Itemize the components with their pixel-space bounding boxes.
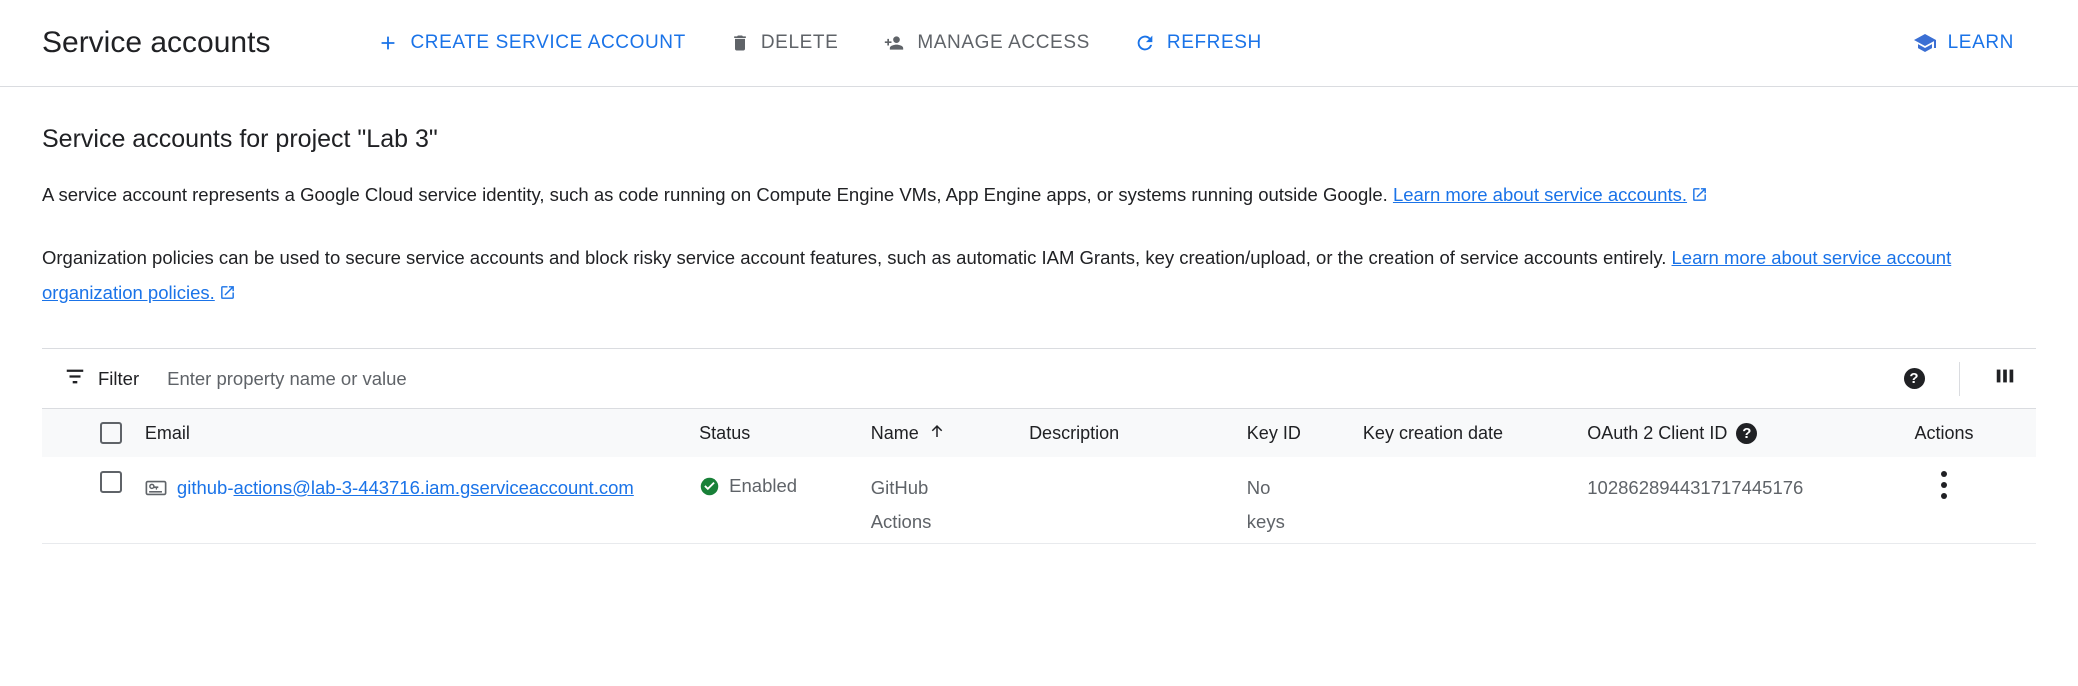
plus-icon	[377, 32, 399, 54]
refresh-label: REFRESH	[1167, 32, 1262, 54]
main-content: Service accounts for project "Lab 3" A s…	[0, 123, 2078, 544]
row-actions-cell	[1915, 457, 2036, 543]
column-header-email[interactable]: Email	[145, 409, 699, 457]
external-link-icon	[219, 277, 236, 312]
column-header-name-label: Name	[871, 423, 919, 444]
toolbar-divider	[1959, 362, 1960, 396]
row-select-cell	[42, 457, 145, 543]
column-header-status[interactable]: Status	[699, 409, 871, 457]
row-status-cell: Enabled	[699, 457, 871, 543]
description-paragraph-1: A service account represents a Google Cl…	[42, 177, 2032, 214]
email-head: github-	[177, 477, 234, 498]
table-row[interactable]: github-actions@lab-3-443716.iam.gservice…	[42, 457, 2036, 543]
column-header-description-label: Description	[1029, 423, 1119, 444]
filter-help-button[interactable]: ?	[1891, 356, 1937, 402]
column-header-key-creation-date-label: Key creation date	[1363, 423, 1503, 444]
description-paragraph-2: Organization policies can be used to sec…	[42, 240, 2032, 312]
filter-bar: Filter ?	[42, 348, 2036, 409]
column-header-actions: Actions	[1915, 409, 2036, 457]
column-header-actions-label: Actions	[1915, 423, 1974, 444]
column-header-oauth2-client-id[interactable]: OAuth 2 Client ID ?	[1587, 409, 1914, 457]
column-header-description[interactable]: Description	[1029, 409, 1247, 457]
delete-label: DELETE	[761, 32, 839, 54]
row-name-value: GitHub Actions	[871, 471, 963, 539]
row-key-id-cell: No keys	[1247, 457, 1363, 543]
paragraph-2-text: Organization policies can be used to sec…	[42, 247, 1672, 268]
help-icon[interactable]: ?	[1736, 423, 1757, 444]
external-link-icon	[1691, 179, 1708, 214]
select-all-header	[42, 409, 145, 457]
table-header-row: Email Status Name Description	[42, 409, 2036, 457]
trash-icon	[730, 33, 750, 53]
filter-button[interactable]: Filter	[64, 365, 139, 392]
toolbar-actions: CREATE SERVICE ACCOUNT DELETE MANAGE ACC…	[355, 22, 1283, 64]
email-tail: actions@lab-3-443716.iam.gserviceaccount…	[234, 477, 634, 498]
status-badge: Enabled	[729, 471, 797, 501]
service-account-email-link[interactable]: github-actions@lab-3-443716.iam.gservice…	[177, 477, 634, 498]
help-icon: ?	[1904, 368, 1925, 389]
filter-label: Filter	[98, 368, 139, 390]
arrow-up-icon	[928, 422, 946, 445]
delete-button[interactable]: DELETE	[708, 22, 861, 64]
column-header-email-label: Email	[145, 423, 190, 444]
row-name-cell: GitHub Actions	[871, 457, 1029, 543]
select-all-checkbox[interactable]	[100, 422, 122, 444]
learn-button[interactable]: LEARN	[1891, 21, 2036, 65]
filter-bar-right: ?	[1891, 356, 2028, 402]
column-header-key-id[interactable]: Key ID	[1247, 409, 1363, 457]
learn-label: LEARN	[1948, 32, 2014, 54]
row-description-cell	[1029, 457, 1247, 543]
service-accounts-table: Email Status Name Description	[42, 409, 2036, 544]
column-header-oauth2-client-id-label: OAuth 2 Client ID	[1587, 423, 1727, 444]
column-display-icon	[1994, 365, 2016, 392]
graduation-cap-icon	[1913, 31, 1937, 55]
row-email-cell: github-actions@lab-3-443716.iam.gservice…	[145, 457, 699, 543]
more-vert-icon[interactable]	[1929, 471, 1959, 499]
refresh-icon	[1134, 32, 1156, 54]
column-display-options-button[interactable]	[1982, 356, 2028, 402]
create-service-account-label: CREATE SERVICE ACCOUNT	[410, 32, 685, 54]
manage-access-label: MANAGE ACCESS	[917, 32, 1090, 54]
row-key-creation-date-cell	[1363, 457, 1587, 543]
row-key-id-value: No keys	[1247, 471, 1303, 539]
column-header-status-label: Status	[699, 423, 750, 444]
manage-access-button[interactable]: MANAGE ACCESS	[860, 22, 1112, 64]
column-header-key-id-label: Key ID	[1247, 423, 1301, 444]
page-title: Service accounts	[42, 25, 270, 61]
row-oauth2-client-id-cell: 102862894431717445176	[1587, 457, 1914, 543]
learn-more-service-accounts-link[interactable]: Learn more about service accounts.	[1393, 184, 1687, 205]
row-checkbox[interactable]	[100, 471, 122, 493]
service-account-key-icon	[145, 476, 167, 510]
table-header: Email Status Name Description	[42, 409, 2036, 457]
top-toolbar: Service accounts CREATE SERVICE ACCOUNT …	[0, 0, 2078, 87]
row-checkbox-wrap	[42, 471, 145, 493]
check-circle-icon	[699, 471, 720, 505]
paragraph-1-text: A service account represents a Google Cl…	[42, 184, 1393, 205]
filter-icon	[64, 365, 86, 392]
refresh-button[interactable]: REFRESH	[1112, 22, 1284, 64]
table-body: github-actions@lab-3-443716.iam.gservice…	[42, 457, 2036, 543]
column-header-key-creation-date[interactable]: Key creation date	[1363, 409, 1587, 457]
column-header-name[interactable]: Name	[871, 409, 1029, 457]
section-title: Service accounts for project "Lab 3"	[42, 123, 2036, 155]
create-service-account-button[interactable]: CREATE SERVICE ACCOUNT	[355, 22, 707, 64]
filter-input[interactable]	[167, 368, 867, 390]
select-all-checkbox-wrap	[42, 422, 145, 444]
person-add-icon	[882, 33, 906, 53]
